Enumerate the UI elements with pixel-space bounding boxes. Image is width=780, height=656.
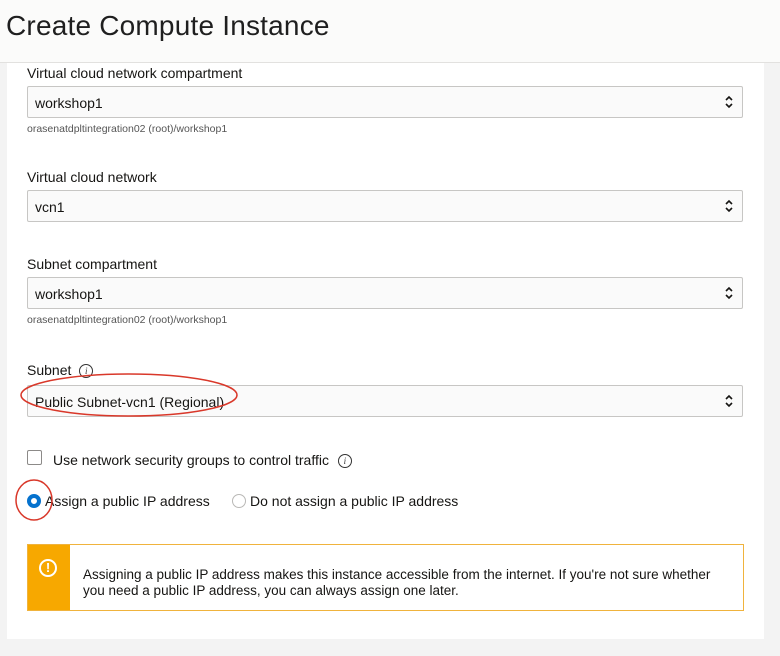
vcn-select[interactable]: vcn1 — [27, 190, 743, 222]
vcn-compartment-value: workshop1 — [35, 95, 103, 111]
subnet-compartment-select[interactable]: workshop1 — [27, 277, 743, 309]
assign-public-ip-radio[interactable] — [27, 494, 41, 508]
select-chevron-icon — [725, 95, 733, 109]
vcn-label: Virtual cloud network — [27, 169, 157, 185]
nsg-checkbox[interactable] — [27, 450, 42, 465]
subnet-compartment-label: Subnet compartment — [27, 256, 157, 272]
subnet-compartment-hint: orasenatdpltintegration02 (root)/worksho… — [27, 314, 228, 326]
nsg-label: Use network security groups to control t… — [53, 452, 329, 468]
info-icon[interactable]: i — [337, 454, 352, 469]
page-header: Create Compute Instance — [0, 0, 780, 63]
subnet-label-row: Subnet i — [27, 362, 94, 379]
vcn-compartment-label: Virtual cloud network compartment — [27, 65, 243, 81]
select-chevron-icon — [725, 199, 733, 213]
select-chevron-icon — [725, 286, 733, 300]
subnet-label: Subnet — [27, 362, 72, 378]
no-public-ip-radio[interactable] — [232, 494, 246, 508]
info-icon[interactable]: i — [79, 364, 94, 379]
vcn-value: vcn1 — [35, 199, 65, 215]
subnet-value: Public Subnet-vcn1 (Regional) — [35, 394, 225, 410]
vcn-compartment-select[interactable]: workshop1 — [27, 86, 743, 118]
public-ip-warning: ! Assigning a public IP address makes th… — [27, 544, 744, 611]
subnet-compartment-value: workshop1 — [35, 286, 103, 302]
nsg-label-row: Use network security groups to control t… — [53, 452, 352, 469]
exclamation-icon: ! — [39, 559, 57, 577]
vcn-compartment-hint: orasenatdpltintegration02 (root)/worksho… — [27, 123, 228, 135]
no-public-ip-label[interactable]: Do not assign a public IP address — [250, 493, 458, 509]
assign-public-ip-label[interactable]: Assign a public IP address — [45, 493, 210, 509]
warning-bar: ! — [28, 545, 70, 610]
subnet-select[interactable]: Public Subnet-vcn1 (Regional) — [27, 385, 743, 417]
page-title: Create Compute Instance — [6, 10, 330, 41]
warning-message: Assigning a public IP address makes this… — [83, 567, 711, 598]
select-chevron-icon — [725, 394, 733, 408]
